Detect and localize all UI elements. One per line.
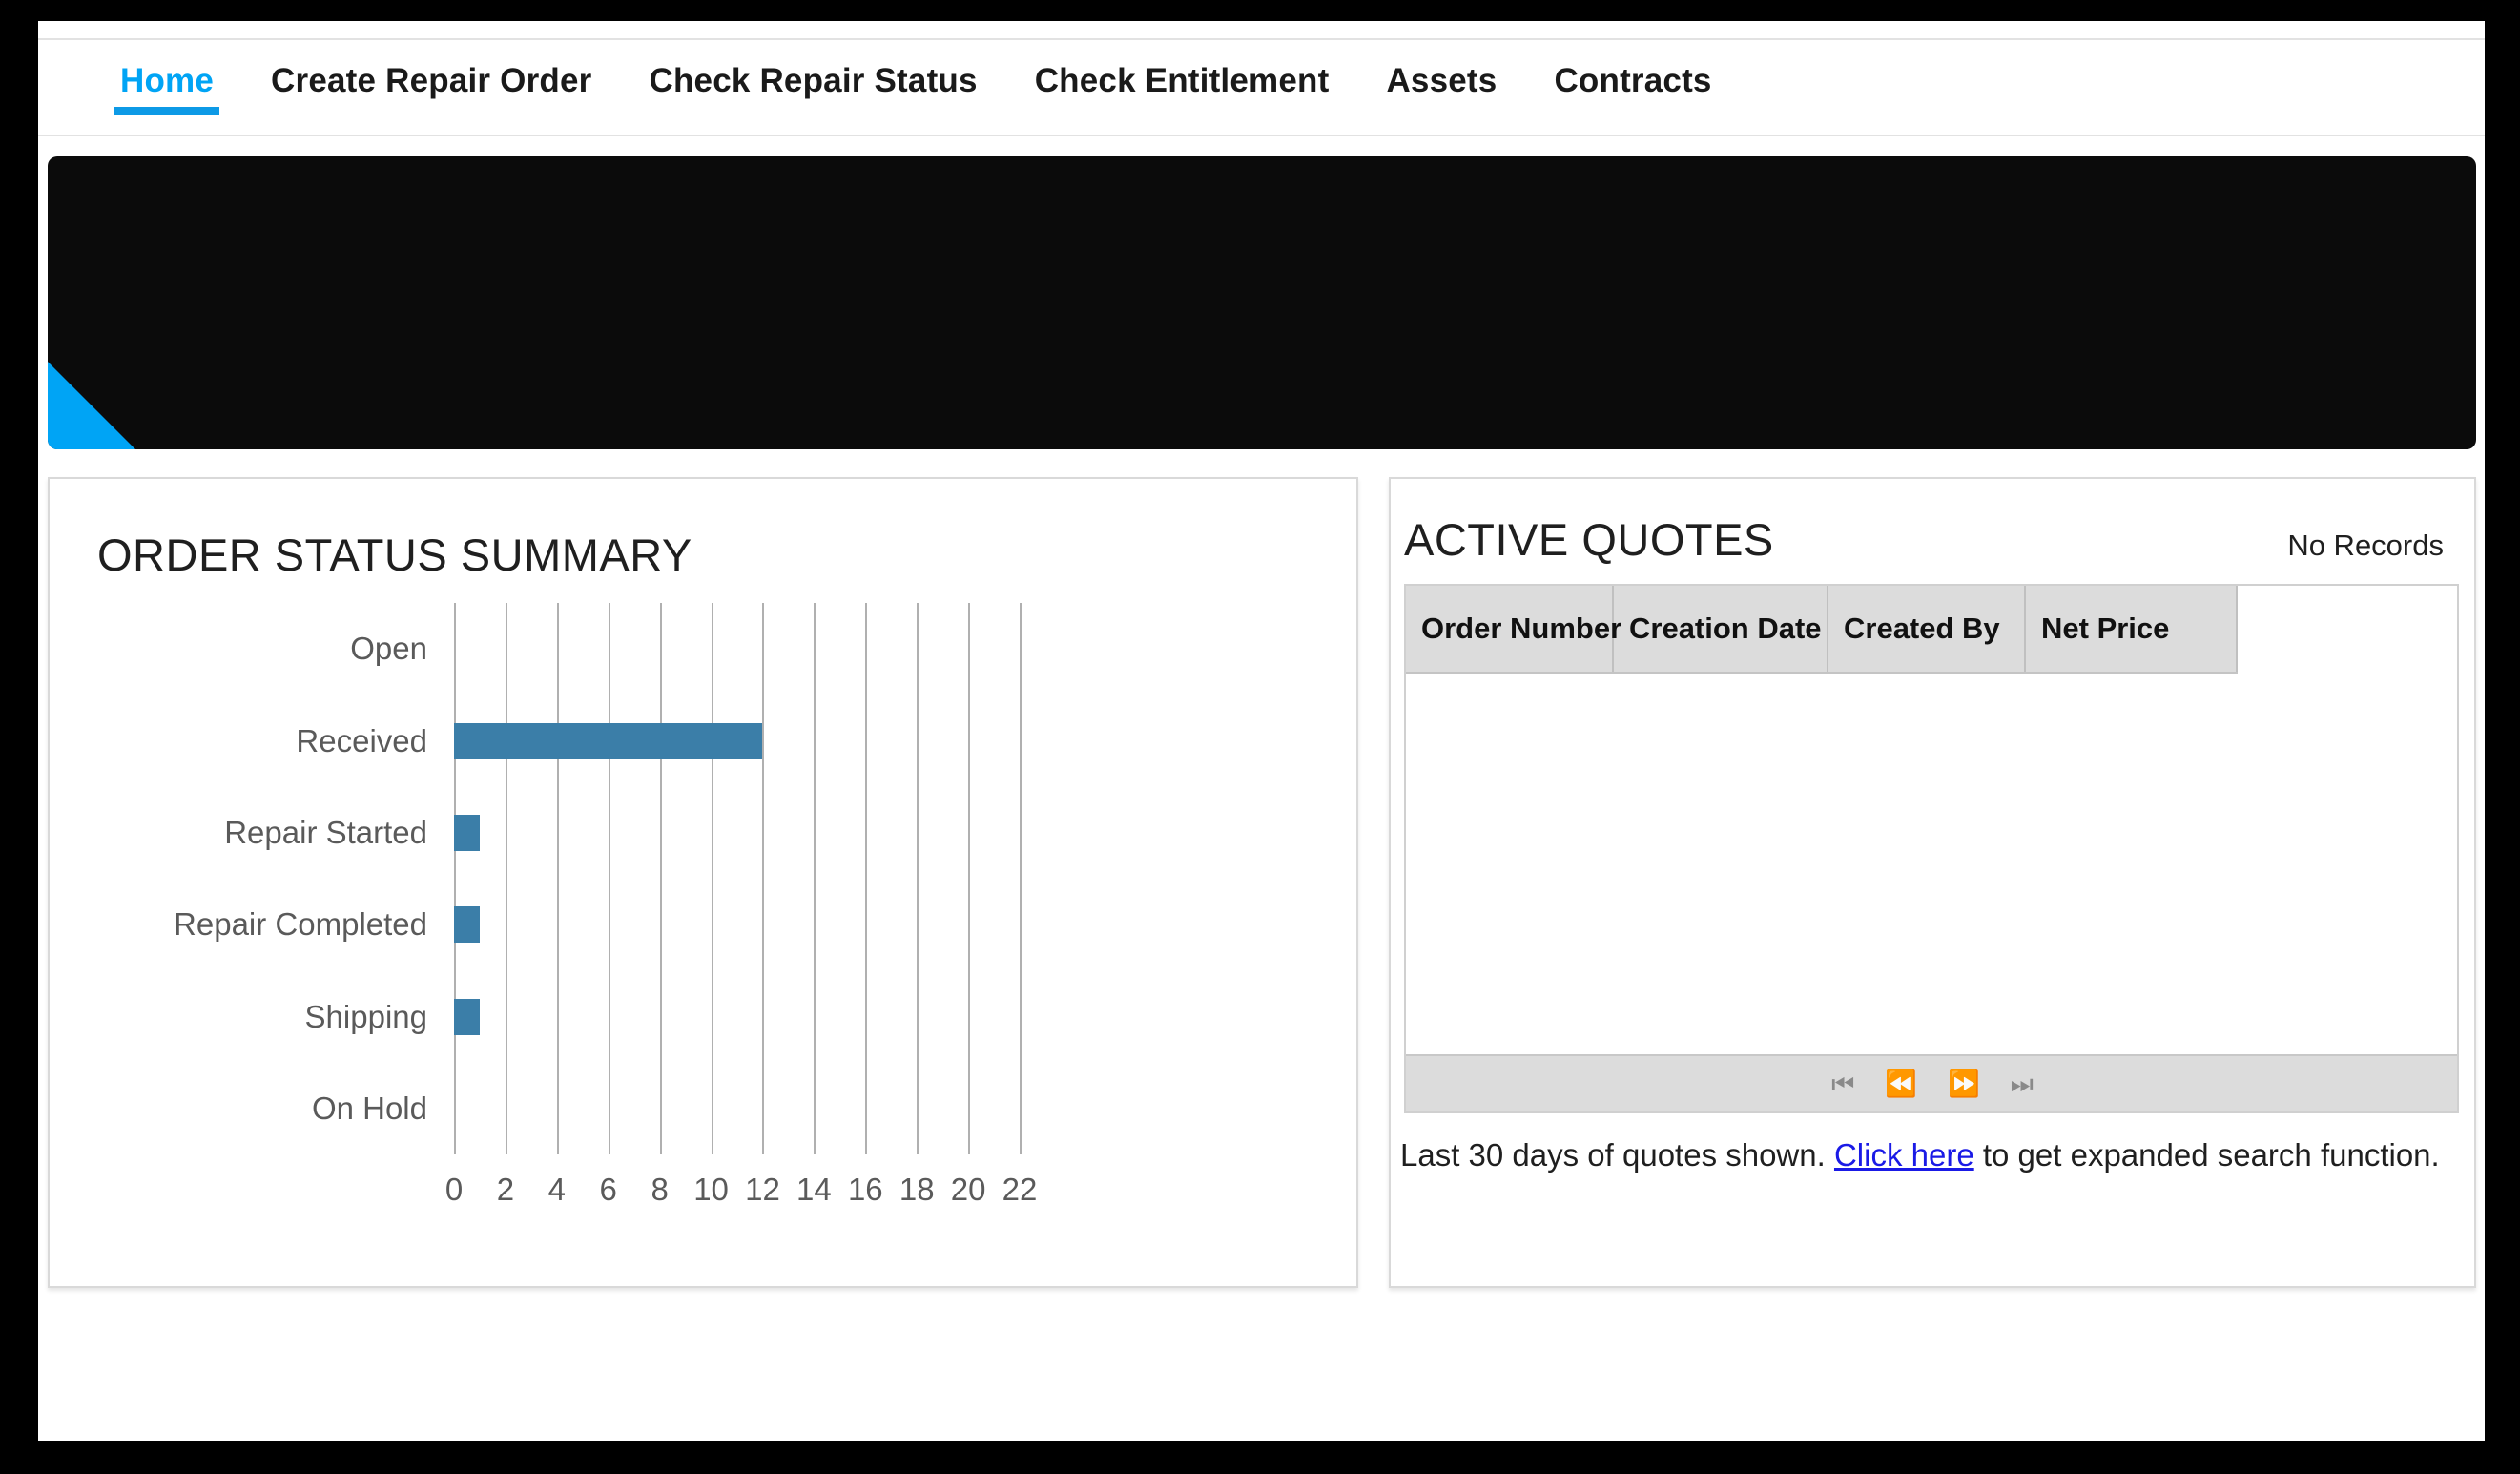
chart-gridline	[968, 603, 971, 1154]
chart-category-label: Shipping	[304, 998, 427, 1034]
main-navigation: Home Create Repair Order Check Repair St…	[38, 38, 2485, 136]
chart-x-tick-label: 0	[444, 1172, 464, 1207]
chart-bar[interactable]	[454, 906, 480, 944]
chart-x-tick-label: 22	[1002, 1172, 1038, 1207]
grid-column-header[interactable]: Created By	[1828, 586, 2026, 672]
nav-item-label: Home	[120, 62, 215, 99]
chart-x-tick-label: 2	[496, 1172, 515, 1207]
chart-x-tick-label: 12	[745, 1172, 780, 1207]
active-quotes-status: No Records	[2287, 529, 2444, 562]
chart-bar[interactable]	[454, 814, 480, 851]
footnote-suffix: to get expanded search function.	[1973, 1137, 2440, 1173]
brand-triangle-icon	[48, 362, 135, 449]
chart-gridline	[608, 603, 610, 1154]
chart-x-tick-label: 8	[651, 1172, 669, 1207]
chart-gridline	[917, 603, 919, 1154]
chart-gridline	[659, 603, 662, 1154]
nav-item-label: Assets	[1386, 62, 1498, 99]
dashboard-panels: ORDER STATUS SUMMARY Open Received Repair …	[48, 477, 2476, 1431]
chart-plot-area: 0 2 4 6 8 10 12 14 16 18 20 22	[445, 603, 1045, 1207]
chart-category-label: On Hold	[311, 1090, 427, 1126]
pager-last-button[interactable]: ⏭	[2011, 1070, 2034, 1097]
nav-list: Home Create Repair Order Check Repair St…	[92, 40, 1741, 135]
pager-previous-button[interactable]: ⏪	[1885, 1070, 1917, 1097]
grid-column-header[interactable]: Order Number	[1406, 586, 1621, 672]
chart-bar[interactable]	[454, 998, 480, 1035]
nav-item-label: Check Repair Status	[649, 62, 978, 99]
chart-x-tick-label: 16	[847, 1172, 883, 1207]
chart-category-label: Received	[296, 722, 427, 758]
grid-column-header[interactable]: Net Price	[2026, 586, 2238, 672]
chart-x-tick-label: 6	[599, 1172, 617, 1207]
nav-item-check-repair-status[interactable]: Check Repair Status	[620, 40, 1005, 135]
chart-gridline	[454, 603, 456, 1154]
chart-gridline	[505, 603, 507, 1154]
chart-gridline	[865, 603, 868, 1154]
pager-next-button[interactable]: ⏩	[1948, 1070, 1980, 1097]
order-status-summary-panel: ORDER STATUS SUMMARY Open Received Repair …	[48, 477, 1358, 1288]
nav-item-label: Create Repair Order	[271, 62, 592, 99]
chart-x-tick-label: 10	[693, 1172, 729, 1207]
chart-x-tick-label: 18	[899, 1172, 935, 1207]
order-status-bar-chart: Open Received Repair Started Repair Complet…	[50, 603, 1360, 1271]
active-tab-indicator	[114, 107, 220, 115]
chart-gridline	[762, 603, 765, 1154]
nav-item-label: Check Entitlement	[1034, 62, 1330, 99]
expanded-search-link[interactable]: Click here	[1834, 1137, 1974, 1173]
order-status-summary-title: ORDER STATUS SUMMARY	[97, 529, 692, 580]
application-page: Home Create Repair Order Check Repair St…	[38, 21, 2485, 1441]
grid-column-header[interactable]: Creation Date	[1614, 586, 1828, 672]
chart-gridline	[556, 603, 559, 1154]
grid-pagination: ⏮ ⏪ ⏩ ⏭	[1406, 1054, 2457, 1111]
active-quotes-grid: Order Number Creation Date Created By Net P…	[1404, 584, 2459, 1113]
nav-item-contracts[interactable]: Contracts	[1525, 40, 1740, 135]
nav-item-create-repair-order[interactable]: Create Repair Order	[242, 40, 620, 135]
pager-first-button[interactable]: ⏮	[1831, 1070, 1854, 1097]
chart-category-axis: Open Received Repair Started Repair Complet…	[50, 603, 454, 1154]
footnote-prefix: Last 30 days of quotes shown.	[1400, 1137, 1834, 1173]
chart-bar[interactable]	[454, 722, 763, 759]
chart-gridline	[814, 603, 816, 1154]
chart-gridline	[1020, 603, 1022, 1154]
active-quotes-title: ACTIVE QUOTES	[1404, 514, 1774, 565]
nav-item-assets[interactable]: Assets	[1357, 40, 1525, 135]
chart-x-tick-label: 20	[950, 1172, 986, 1207]
chart-category-label: Repair Started	[224, 814, 427, 850]
chart-gridline	[711, 603, 713, 1154]
grid-body-empty	[1406, 674, 2457, 1054]
chart-x-tick-label: 14	[796, 1172, 832, 1207]
nav-item-check-entitlement[interactable]: Check Entitlement	[1006, 40, 1358, 135]
chart-x-tick-label: 4	[547, 1172, 566, 1207]
active-quotes-footnote: Last 30 days of quotes shown. Click here…	[1400, 1137, 2440, 1173]
nav-item-label: Contracts	[1554, 62, 1712, 99]
chart-category-label: Repair Completed	[174, 906, 427, 943]
nav-item-home[interactable]: Home	[92, 40, 242, 135]
active-quotes-panel: ACTIVE QUOTES No Records Order Number Cre…	[1389, 477, 2476, 1288]
grid-header-row: Order Number Creation Date Created By Net P…	[1406, 586, 2238, 674]
hero-banner	[48, 156, 2476, 449]
chart-category-label: Open	[350, 631, 427, 667]
